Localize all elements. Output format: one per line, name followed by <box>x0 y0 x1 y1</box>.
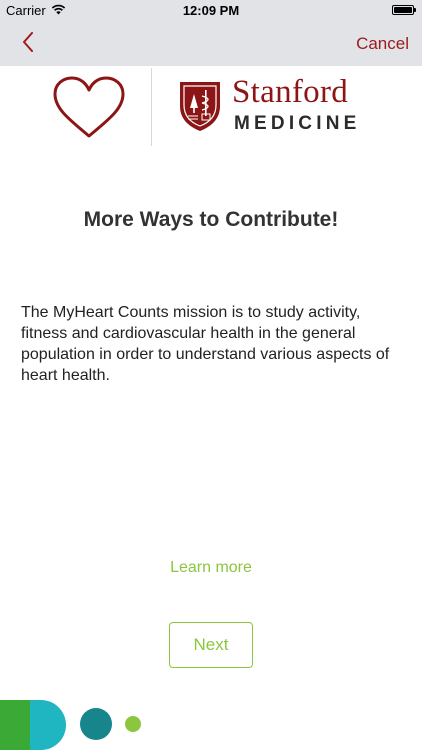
decorative-lime-dot <box>125 716 141 732</box>
logo-header: Stanford MEDICINE <box>0 66 422 148</box>
heart-outline-icon <box>52 76 126 145</box>
back-button[interactable] <box>14 30 42 58</box>
logo-divider <box>151 68 152 146</box>
decorative-green-block <box>0 700 34 750</box>
status-bar: Carrier 12:09 PM <box>0 0 422 22</box>
page-title: More Ways to Contribute! <box>83 208 339 231</box>
next-button[interactable]: Next <box>169 622 253 668</box>
chevron-left-icon <box>22 31 34 57</box>
mission-description: The MyHeart Counts mission is to study a… <box>21 304 390 384</box>
stanford-seal-icon <box>178 80 222 137</box>
stanford-wordmark: Stanford <box>232 74 349 110</box>
status-time: 12:09 PM <box>182 3 240 18</box>
decorative-dark-teal-dot <box>80 708 112 740</box>
decorative-teal-half-circle <box>30 700 66 750</box>
battery-icon <box>392 5 416 15</box>
learn-more-link[interactable]: Learn more <box>0 559 422 577</box>
navigation-bar: Cancel <box>0 22 422 66</box>
medicine-wordmark: MEDICINE <box>234 113 361 134</box>
cancel-button[interactable]: Cancel <box>356 34 409 54</box>
